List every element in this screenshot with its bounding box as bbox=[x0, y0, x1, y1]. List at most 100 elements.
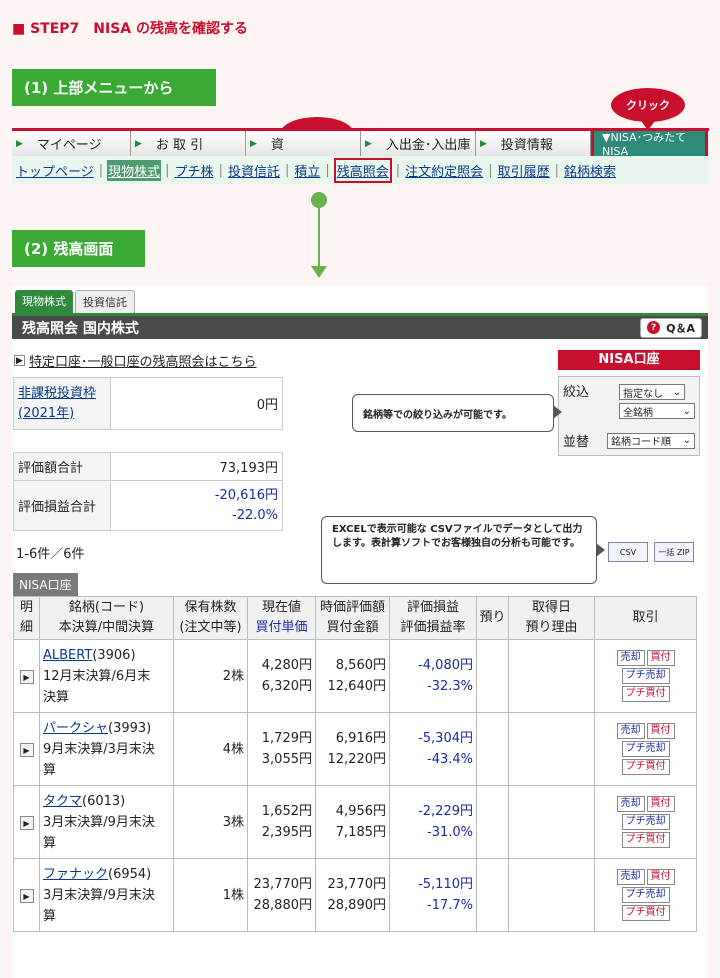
sell-button[interactable]: 売却 bbox=[616, 796, 645, 812]
submenu-petit[interactable]: プチ株 bbox=[174, 160, 215, 181]
petit-sell-button[interactable]: プチ売却 bbox=[621, 741, 670, 757]
filter-box: 絞込 指定なし ⌄ 全銘柄 ⌄ 並替 銘柄コード順 ⌄ bbox=[558, 376, 700, 456]
petit-buy-button[interactable]: プチ買付 bbox=[621, 905, 670, 921]
sub-menu-bar: トップページ | 現物株式 | プチ株 | 投資信託 | 積立 | 残高照会 | 注文約定照… bbox=[12, 156, 709, 184]
petit-buy-button[interactable]: プチ買付 bbox=[621, 832, 670, 848]
expand-row-icon[interactable]: ▶ bbox=[19, 889, 34, 903]
petit-sell-button[interactable]: プチ売却 bbox=[621, 814, 670, 830]
market-value: 6,916円 bbox=[335, 731, 386, 746]
deposit-cell bbox=[476, 712, 509, 786]
submenu-fund[interactable]: 投資信託 bbox=[227, 160, 281, 181]
sell-button[interactable]: 売却 bbox=[616, 869, 645, 885]
buy-button[interactable]: 買付 bbox=[646, 796, 675, 812]
table-row: ▶ ファナック(6954) 3月末決算/9月末決算 1株 23,770円 28,880円 2… bbox=[13, 858, 697, 932]
acquire-cell bbox=[508, 639, 595, 713]
pl-rate: -32.3% bbox=[427, 679, 473, 694]
special-account-link[interactable]: 特定口座･一般口座の残高照会はこちら bbox=[29, 351, 257, 370]
link-arrow-icon: ▶ bbox=[14, 355, 25, 366]
buy-amount: 12,220円 bbox=[327, 752, 387, 767]
submenu-history[interactable]: 取引履歴 bbox=[497, 160, 551, 181]
section2-label: (2) 残高画面 bbox=[12, 230, 145, 267]
current-price: 1,652円 bbox=[261, 804, 312, 819]
zip-download-button[interactable]: 一括 ZIP bbox=[654, 542, 694, 562]
buy-price: 2,395円 bbox=[261, 825, 312, 840]
menu-trade[interactable]: ▶ お 取 引 bbox=[131, 131, 246, 156]
petit-sell-button[interactable]: プチ売却 bbox=[621, 887, 670, 903]
petit-buy-button[interactable]: プチ買付 bbox=[621, 759, 670, 775]
tab-fund[interactable]: 投資信託 bbox=[75, 290, 135, 313]
submenu-top[interactable]: トップページ bbox=[15, 160, 95, 181]
step-title: ■ STEP7 NISA の残高を確認する bbox=[12, 21, 249, 37]
stock-period: 3月末決算/9月末決 bbox=[43, 814, 155, 830]
callout-pointer bbox=[553, 405, 562, 419]
submenu-search[interactable]: 銘柄検索 bbox=[563, 160, 617, 181]
menu-investment-info[interactable]: ▶ 投資情報 bbox=[476, 131, 591, 156]
col-shares: 保有株数 (注文中等) bbox=[173, 596, 248, 640]
sell-button[interactable]: 売却 bbox=[616, 650, 645, 666]
menu-arrow-icon: ▶ bbox=[365, 138, 372, 149]
chevron-down-icon: ⌄ bbox=[672, 386, 681, 398]
col-deposit: 預り bbox=[476, 596, 509, 640]
submenu-balance[interactable]: 残高照会 bbox=[333, 157, 392, 183]
petit-sell-button[interactable]: プチ売却 bbox=[621, 668, 670, 684]
nisa-account-tag: NISA口座 bbox=[13, 573, 78, 596]
stock-period: 9月末決算/3月末決 bbox=[43, 741, 155, 757]
market-value: 23,770円 bbox=[327, 877, 387, 892]
tax-free-label[interactable]: 非課税投資枠(2021年) bbox=[13, 377, 111, 430]
stock-name-link[interactable]: ファナック bbox=[43, 867, 108, 882]
stock-period-cont: 算 bbox=[43, 762, 57, 778]
eval-total-value: 73,193円 bbox=[110, 452, 283, 481]
col-pl: 評価損益 評価損益率 bbox=[389, 596, 477, 640]
click-bubble-nisa: クリック bbox=[611, 88, 685, 130]
sort-label: 並替 bbox=[563, 435, 590, 450]
sell-button[interactable]: 売却 bbox=[616, 723, 645, 739]
sort-select[interactable]: 銘柄コード順 ⌄ bbox=[607, 432, 695, 449]
filter-select-1[interactable]: 指定なし ⌄ bbox=[619, 384, 685, 400]
deposit-cell bbox=[476, 858, 509, 932]
petit-buy-button[interactable]: プチ買付 bbox=[621, 686, 670, 702]
stock-name-link[interactable]: タクマ bbox=[43, 794, 82, 809]
holdings-table: 明細 銘柄(コード) 本決算/中間決算 保有株数 (注文中等) 現在値 買付単価 時価… bbox=[13, 596, 697, 932]
tab-spot-stock[interactable]: 現物株式 bbox=[15, 290, 73, 313]
stock-name-link[interactable]: パークシャ bbox=[43, 721, 108, 736]
stock-name-link[interactable]: ALBERT bbox=[43, 648, 92, 663]
deposit-cell bbox=[476, 785, 509, 859]
submenu-accumulate[interactable]: 積立 bbox=[293, 160, 321, 181]
submenu-orders[interactable]: 注文約定照会 bbox=[404, 160, 484, 181]
expand-row-icon[interactable]: ▶ bbox=[19, 816, 34, 830]
buy-button[interactable]: 買付 bbox=[646, 869, 675, 885]
section1-label: (1) 上部メニューから bbox=[12, 69, 216, 106]
menu-deposit[interactable]: ▶ 入出金･入出庫 bbox=[361, 131, 476, 156]
csv-download-button[interactable]: CSV bbox=[608, 542, 648, 562]
expand-row-icon[interactable]: ▶ bbox=[19, 743, 34, 757]
chevron-down-icon: ⌄ bbox=[682, 405, 691, 417]
menu-arrow-icon: ▶ bbox=[480, 138, 487, 149]
shares-cell: 3株 bbox=[173, 785, 248, 859]
col-value: 時価評価額 買付金額 bbox=[315, 596, 390, 640]
nisa-account-label: NISA口座 bbox=[558, 350, 700, 370]
buy-amount: 7,185円 bbox=[335, 825, 386, 840]
eval-total-label: 評価額合計 bbox=[13, 452, 111, 481]
pl-amount: -5,110円 bbox=[418, 877, 473, 892]
qa-button[interactable]: ? Q＆A bbox=[640, 317, 702, 338]
market-value: 4,956円 bbox=[335, 804, 386, 819]
buy-amount: 12,640円 bbox=[327, 679, 387, 694]
menu-assets[interactable]: ▶ 資 bbox=[246, 131, 361, 156]
special-account-link-row: ▶ 特定口座･一般口座の残高照会はこちら bbox=[14, 351, 257, 370]
pl-amount: -5,304円 bbox=[418, 731, 473, 746]
filter-select-2[interactable]: 全銘柄 ⌄ bbox=[619, 403, 695, 419]
col-acquire: 取得日 預り理由 bbox=[508, 596, 595, 640]
pl-total-rate: -22.0% bbox=[232, 507, 278, 523]
shares-cell: 1株 bbox=[173, 858, 248, 932]
menu-arrow-icon: ▶ bbox=[250, 138, 257, 149]
submenu-spot-stock[interactable]: 現物株式 bbox=[107, 159, 162, 181]
pl-amount: -2,229円 bbox=[418, 804, 473, 819]
panel-title: 残高照会 国内株式 bbox=[22, 320, 139, 337]
expand-row-icon[interactable]: ▶ bbox=[19, 670, 34, 684]
menu-nisa[interactable]: ▼NISA･つみたてNISA bbox=[591, 128, 708, 159]
current-price: 1,729円 bbox=[261, 731, 312, 746]
stock-code: (6954) bbox=[108, 866, 152, 882]
buy-button[interactable]: 買付 bbox=[646, 650, 675, 666]
buy-button[interactable]: 買付 bbox=[646, 723, 675, 739]
menu-mypage[interactable]: ▶ マイページ bbox=[12, 131, 131, 156]
